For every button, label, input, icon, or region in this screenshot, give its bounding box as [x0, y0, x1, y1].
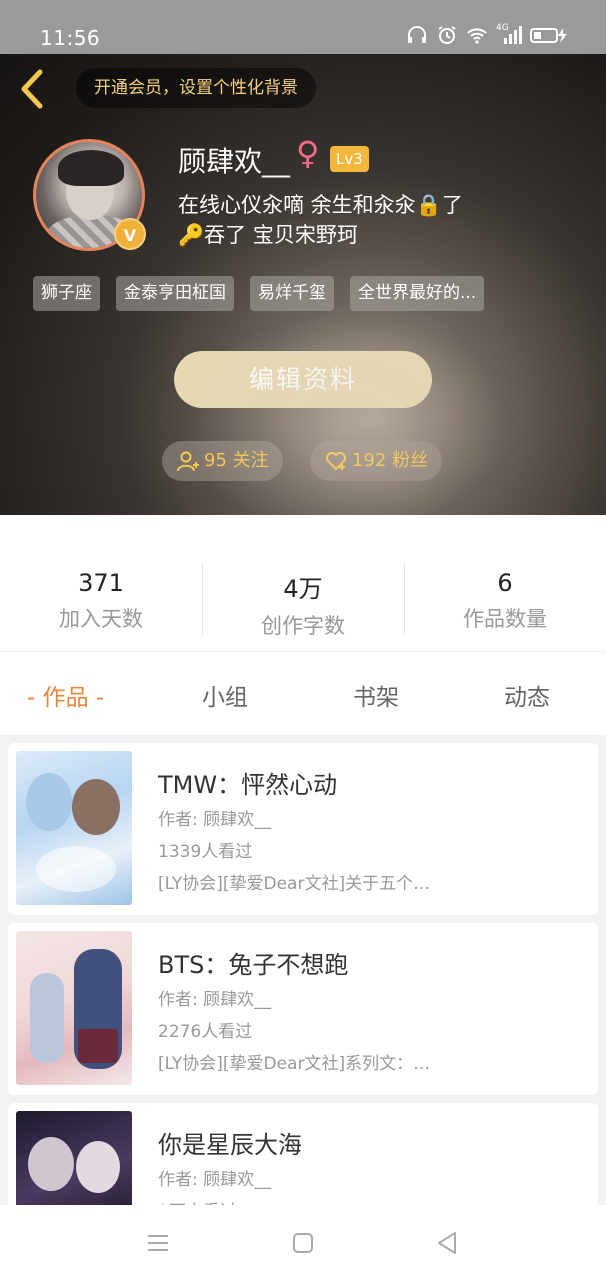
signal-icon: 4G — [496, 23, 522, 45]
level-badge: Lv3 — [330, 146, 369, 172]
stat-word-count: 4万 创作字数 — [202, 515, 404, 651]
book-title: TMW：怦然心动 — [158, 771, 338, 799]
status-icons: 4G — [406, 23, 570, 45]
menu-icon[interactable] — [144, 1229, 172, 1257]
status-bar: 11:56 4G — [0, 0, 606, 54]
wifi-icon — [467, 28, 487, 44]
bio-line-2: 🔑吞了 宝贝宋野珂 — [178, 223, 358, 247]
content-tabs: - 作品 - 小组 书架 动态 — [0, 651, 606, 735]
stat-value: 6 — [497, 569, 513, 597]
following-count: 95 关注 — [204, 450, 269, 471]
home-square-icon[interactable] — [289, 1229, 317, 1257]
book-description: [LY协会][挚爱Dear文社]关于五个… — [158, 874, 431, 894]
battery-icon — [530, 28, 567, 43]
add-user-icon — [177, 451, 199, 472]
profile-header: 开通会员，设置个性化背景 V 顾肆欢__ ♀ Lv3 在线心仪汆嘀 余生和汆汆🔒… — [0, 54, 606, 515]
book-author: 作者: 顾肆欢__ — [158, 810, 272, 830]
avatar-hair — [58, 150, 124, 186]
tab-works[interactable]: - 作品 - — [27, 678, 104, 712]
tab-groups[interactable]: 小组 — [202, 678, 248, 712]
stats-bar: 371 加入天数 4万 创作字数 6 作品数量 — [0, 515, 606, 651]
status-time: 11:56 — [40, 26, 101, 50]
book-views: 1339人看过 — [158, 842, 253, 862]
tag-list: 狮子座 金泰亨田柾国 易烊千玺 全世界最好的... — [33, 276, 485, 311]
tab-bookshelf[interactable]: 书架 — [353, 678, 399, 712]
bio: 在线心仪汆嘀 余生和汆汆🔒了 🔑吞了 宝贝宋野珂 — [178, 190, 508, 250]
vip-background-prompt[interactable]: 开通会员，设置个性化背景 — [76, 68, 316, 108]
username: 顾肆欢__ — [178, 145, 291, 178]
following-button[interactable]: 95 关注 — [162, 441, 283, 481]
tag-item[interactable]: 狮子座 — [33, 276, 100, 311]
headphones-icon — [408, 26, 426, 43]
female-gender-icon: ♀ — [296, 134, 320, 172]
book-card[interactable]: TMW：怦然心动 作者: 顾肆欢__ 1339人看过 [LY协会][挚爱Dear… — [8, 743, 598, 915]
heart-plus-icon — [326, 452, 346, 471]
stat-label: 加入天数 — [59, 607, 143, 631]
book-views: 2276人看过 — [158, 1022, 253, 1042]
verified-badge: V — [114, 218, 146, 250]
tag-item[interactable]: 金泰亨田柾国 — [116, 276, 234, 311]
back-triangle-icon[interactable] — [433, 1229, 461, 1257]
alarm-icon — [438, 26, 456, 44]
fans-count: 192 粉丝 — [352, 450, 429, 471]
book-title: 你是星辰大海 — [158, 1131, 302, 1159]
book-card[interactable]: BTS：兔子不想跑 作者: 顾肆欢__ 2276人看过 [LY协会][挚爱Dea… — [8, 923, 598, 1095]
stat-label: 创作字数 — [261, 614, 345, 638]
bio-line-1: 在线心仪汆嘀 余生和汆汆🔒了 — [178, 193, 463, 217]
tag-item[interactable]: 全世界最好的... — [350, 276, 485, 311]
back-chevron-icon[interactable] — [16, 68, 50, 110]
tag-item[interactable]: 易烊千玺 — [250, 276, 334, 311]
book-description: [LY协会][挚爱Dear文社]系列文：… — [158, 1054, 431, 1074]
fans-button[interactable]: 192 粉丝 — [310, 441, 443, 481]
book-title: BTS：兔子不想跑 — [158, 951, 349, 979]
edit-profile-button[interactable]: 编辑资料 — [174, 351, 432, 408]
stat-label: 作品数量 — [463, 607, 547, 631]
book-cover-image — [16, 931, 132, 1085]
tab-activity[interactable]: 动态 — [504, 678, 550, 712]
book-cover-image — [16, 751, 132, 905]
system-nav-bar — [0, 1205, 606, 1280]
stat-join-days: 371 加入天数 — [0, 515, 202, 651]
book-author: 作者: 顾肆欢__ — [158, 1170, 272, 1190]
stat-value: 371 — [78, 569, 124, 597]
book-author: 作者: 顾肆欢__ — [158, 990, 272, 1010]
stat-value: 4万 — [283, 575, 323, 603]
stat-works-count: 6 作品数量 — [404, 515, 606, 651]
